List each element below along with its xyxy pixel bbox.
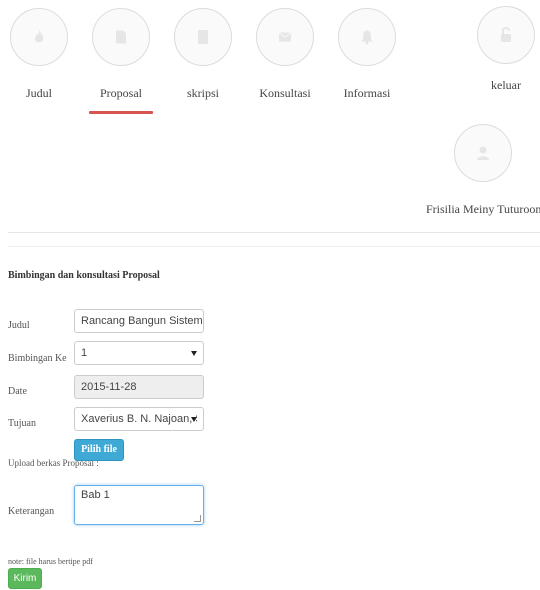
bimbingan-select[interactable]: 1 — [74, 341, 204, 365]
bimbingan-label: Bimbingan Ke — [8, 353, 67, 364]
lock-icon — [477, 6, 535, 64]
judul-input[interactable]: Rancang Bangun Sistem Informa — [74, 309, 204, 333]
envelope-icon — [256, 8, 314, 66]
bimbingan-value: 1 — [81, 347, 88, 359]
resize-handle-icon[interactable] — [194, 515, 201, 522]
keterangan-label: Keterangan — [8, 506, 55, 517]
nav-label-judul: Judul — [25, 86, 52, 100]
choose-file-button[interactable]: Pilih file — [74, 439, 124, 461]
file-type-note: note: file harus bertipe pdf — [8, 557, 93, 566]
bell-icon — [338, 8, 396, 66]
file-icon — [92, 8, 150, 66]
nav-item-judul[interactable]: Judul — [6, 8, 72, 101]
nav-item-skripsi[interactable]: skripsi — [170, 8, 236, 101]
form-title: Bimbingan dan konsultasi Proposal — [8, 270, 160, 281]
nav-label-informasi: Informasi — [343, 86, 391, 100]
logout-label: keluar — [491, 78, 521, 92]
tujuan-label: Tujuan — [8, 418, 36, 429]
chevron-down-icon — [191, 417, 197, 422]
date-input: 2015-11-28 — [74, 375, 204, 399]
nav-label-konsultasi: Konsultasi — [259, 86, 311, 100]
active-tab-indicator — [89, 111, 153, 114]
user-name: Frisilia Meiny Tuturoong — [426, 202, 540, 216]
book-icon — [174, 8, 232, 66]
tujuan-select[interactable]: Xaverius B. N. Najoan, ST, I — [74, 407, 204, 431]
keterangan-textarea[interactable]: Bab 1 — [74, 485, 204, 525]
user-icon — [454, 124, 512, 182]
submit-button[interactable]: Kirim — [8, 568, 42, 589]
logout-button[interactable]: keluar — [476, 6, 536, 93]
divider — [8, 246, 540, 247]
chevron-down-icon — [191, 351, 197, 356]
keterangan-value: Bab 1 — [81, 489, 110, 501]
date-label: Date — [8, 386, 27, 397]
fire-icon — [10, 8, 68, 66]
nav-label-proposal: Proposal — [100, 86, 142, 100]
tujuan-value: Xaverius B. N. Najoan, ST, I — [81, 413, 197, 425]
user-profile[interactable]: Frisilia Meiny Tuturoong — [426, 124, 540, 217]
nav-item-proposal[interactable]: Proposal — [86, 8, 156, 114]
divider — [8, 232, 540, 233]
nav-label-skripsi: skripsi — [186, 86, 219, 100]
nav-item-konsultasi[interactable]: Konsultasi — [252, 8, 318, 101]
judul-label: Judul — [8, 320, 30, 331]
nav-item-informasi[interactable]: Informasi — [334, 8, 400, 101]
